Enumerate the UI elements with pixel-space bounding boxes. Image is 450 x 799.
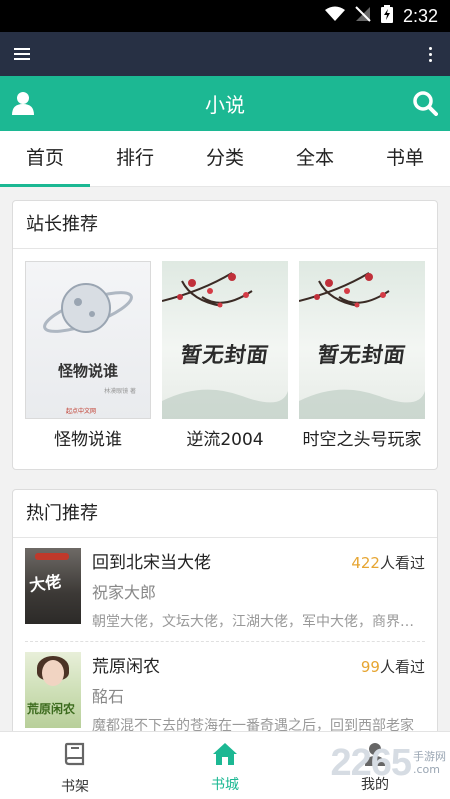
book-cover[interactable]: 暂无封面 [299,261,425,419]
view-count: 422人看过 [351,554,425,572]
book-description: 朝堂大佬，文坛大佬，江湖大佬，军中大佬，商界大佬 [92,614,425,630]
app-bar [0,32,450,76]
book-cover[interactable]: 怪物说谁 林漠眼镜 著 起点中文网 [25,261,151,419]
view-count: 99人看过 [360,658,425,676]
book-icon [63,742,87,772]
recommend-book[interactable]: 怪物说谁 林漠眼镜 著 起点中文网 怪物说谁 [25,261,151,450]
book-title: 时空之头号玩家 [302,430,422,450]
recommend-section-title: 站长推荐 [13,201,437,249]
book-title: 回到北宋当大佬 [92,553,211,573]
title-bar: 小说 [0,76,450,131]
status-bar: 2:32 [0,0,450,32]
list-item[interactable]: 荒原闲农 荒原闲农 99人看过 酩石 魔都混不下去的苍海在一番奇遇之后，回到西部… [13,642,437,745]
menu-icon[interactable] [14,48,30,60]
tab-booklist[interactable]: 书单 [360,131,450,186]
page-title: 小说 [205,93,245,117]
tab-ranking[interactable]: 排行 [90,131,180,186]
wifi-icon [324,6,345,26]
nav-label: 书架 [61,779,89,795]
search-icon[interactable] [412,90,438,120]
book-title: 荒原闲农 [92,657,160,677]
book-author: 酩石 [92,687,125,706]
nav-label: 书城 [211,777,239,793]
nav-bookshelf[interactable]: 书架 [0,732,150,799]
tab-completed[interactable]: 全本 [270,131,360,186]
book-cover[interactable]: 荒原闲农 [25,652,81,728]
battery-charging-icon [380,5,393,27]
book-title: 怪物说谁 [54,430,122,450]
book-title: 逆流2004 [186,430,264,450]
no-signal-icon [355,6,371,26]
list-item[interactable]: 大佬 回到北宋当大佬 422人看过 祝家大郎 朝堂大佬，文坛大佬，江湖大佬，军中… [13,538,437,641]
recommend-book[interactable]: 暂无封面 时空之头号玩家 [299,261,425,450]
book-cover[interactable]: 大佬 [25,548,81,624]
category-tabs: 首页 排行 分类 全本 书单 [0,131,450,187]
tab-home[interactable]: 首页 [0,131,90,187]
book-cover[interactable]: 暂无封面 [162,261,288,419]
nav-bookstore[interactable]: 书城 [150,732,300,799]
home-icon [212,742,238,770]
hot-section-title: 热门推荐 [13,490,437,538]
hot-card: 热门推荐 大佬 回到北宋当大佬 422人看过 祝家大郎 朝堂大佬，文坛大佬，江湖… [12,489,438,749]
tab-category[interactable]: 分类 [180,131,270,186]
site-watermark: 2265 手游网 .com [330,742,446,784]
book-author: 祝家大郎 [92,583,157,602]
user-icon[interactable] [12,91,34,119]
recommend-card: 站长推荐 怪物说谁 林漠眼镜 著 起点中文网 怪物说谁 暂无封面 逆流2004 … [12,200,438,470]
status-time: 2:32 [402,5,438,26]
more-options-icon[interactable] [425,46,436,62]
recommend-book[interactable]: 暂无封面 逆流2004 [162,261,288,450]
